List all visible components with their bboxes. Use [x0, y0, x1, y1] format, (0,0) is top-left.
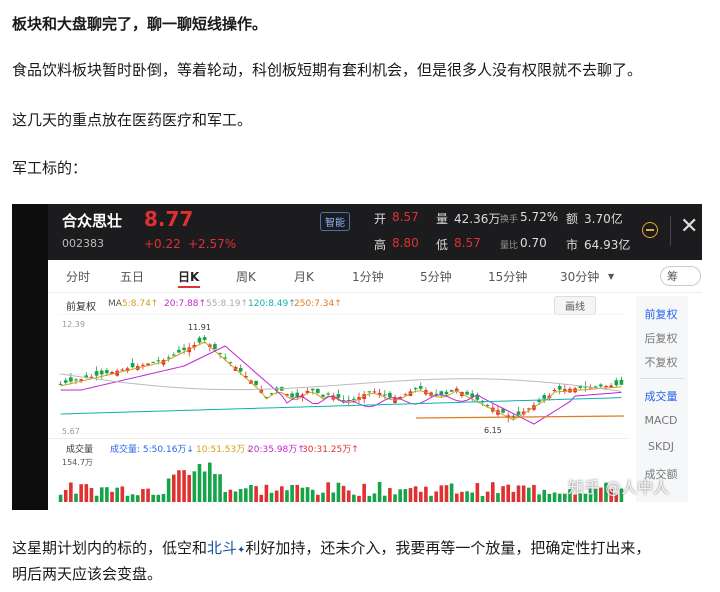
article-heading: 板块和大盘聊完了，聊一聊短线操作。	[12, 15, 268, 33]
active-tab-indicator	[178, 286, 200, 288]
ma5-value: 5:8.74↑	[122, 299, 159, 309]
paragraph-2: 这几天的重点放在医药医疗和军工。	[12, 111, 253, 129]
volume-panel-label[interactable]: 成交量	[66, 442, 93, 455]
open-label: 开	[374, 212, 387, 226]
turnover-value: 5.72%	[520, 210, 559, 224]
close-icon[interactable]: ✕	[680, 214, 698, 239]
ma250-value: 250:7.34↑	[294, 299, 342, 309]
tab-30min[interactable]: 30分钟	[560, 268, 599, 285]
mcap-value: 64.93亿	[584, 238, 631, 252]
tab-15min[interactable]: 15分钟	[488, 268, 527, 285]
volume-chart	[58, 462, 624, 502]
paragraph-4-post: 利好加持，还未介入，我要再等一个放量，把确定性打出来，	[245, 539, 651, 557]
mcap-label: 市	[566, 238, 579, 252]
low-marker: 6.15	[484, 426, 502, 435]
amount-value: 3.70亿	[584, 212, 623, 226]
menu-macd[interactable]: MACD	[638, 414, 684, 427]
beidou-link[interactable]: 北斗	[207, 539, 237, 557]
stock-header: 合众思壮 8.77 002383 +0.22 +2.57% 智能 开 8.57 …	[48, 204, 702, 260]
paragraph-1: 食品饮料板块暂时卧倒，等着轮动，科创板短期有套利机会，但是很多人没有权限就不去聊…	[12, 61, 643, 79]
low-value: 8.57	[454, 236, 481, 250]
draw-line-button[interactable]: 画线	[554, 296, 596, 315]
watermark: 知乎 @人中人	[568, 478, 670, 497]
stock-change: +0.22	[144, 237, 181, 251]
stock-screenshot: 合众思壮 8.77 002383 +0.22 +2.57% 智能 开 8.57 …	[12, 204, 702, 510]
chart-bottom-label: 5.67	[62, 427, 80, 436]
open-value: 8.57	[392, 210, 419, 224]
stock-change-pct: +2.57%	[188, 237, 237, 251]
tab-weekly-k[interactable]: 周K	[236, 268, 256, 285]
smart-badge[interactable]: 智能	[320, 212, 350, 231]
stock-price: 8.77	[144, 207, 194, 231]
adjust-select[interactable]: 前复权	[66, 298, 96, 313]
ma20-value: 20:7.88↑	[164, 299, 207, 309]
turnover-label: 换手	[500, 215, 519, 225]
volume-ma20: 20:35.98万↑	[248, 445, 305, 455]
volume-ma10: 10:51.53万↓	[196, 445, 253, 455]
candlestick-chart	[58, 314, 624, 434]
tab-intraday[interactable]: 分时	[66, 268, 90, 285]
tab-five-day[interactable]: 五日	[120, 268, 144, 285]
menu-forward-adjust[interactable]: 前复权	[638, 306, 684, 322]
ma120-value: 120:8.49↑	[248, 299, 296, 309]
menu-no-adjust[interactable]: 不复权	[638, 354, 684, 370]
tab-1min[interactable]: 1分钟	[352, 268, 384, 285]
ma-label: MA	[108, 299, 122, 309]
volume-ma30: 30:31.25万↑	[302, 445, 359, 455]
chevron-down-icon[interactable]: ▼	[608, 272, 614, 281]
chip-toggle[interactable]: 筹	[660, 266, 701, 286]
tab-daily-k[interactable]: 日K	[178, 268, 199, 285]
ratio-label: 量比	[500, 241, 519, 251]
menu-backward-adjust[interactable]: 后复权	[638, 330, 684, 346]
low-label: 低	[436, 238, 449, 252]
ratio-value: 0.70	[520, 236, 547, 250]
high-label: 高	[374, 238, 387, 252]
volume-label: 量	[436, 212, 449, 226]
stock-name: 合众思壮	[62, 212, 123, 230]
chart-area: 分时 五日 日K 周K 月K 1分钟 5分钟 15分钟 30分钟 ▼ 筹 前复权…	[48, 260, 702, 510]
menu-volume[interactable]: 成交量	[638, 388, 684, 404]
high-value: 8.80	[392, 236, 419, 250]
high-marker: 11.91	[188, 323, 211, 332]
chart-top-label: 12.39	[62, 320, 85, 329]
ma55-value: 55:8.19↑	[206, 299, 249, 309]
paragraph-3: 军工标的：	[12, 159, 88, 177]
tab-5min[interactable]: 5分钟	[420, 268, 452, 285]
paragraph-5: 明后两天应该会变盘。	[12, 565, 163, 583]
stock-code: 002383	[62, 237, 104, 250]
paragraph-4: 这星期计划内的标的，低空和北斗✦利好加持，还未介入，我要再等一个放量，把确定性打…	[12, 538, 650, 561]
volume-value: 42.36万	[454, 212, 501, 226]
volume-ma5: 成交量: 5:50.16万↓	[110, 445, 194, 455]
menu-skdj[interactable]: SKDJ	[638, 440, 684, 453]
paragraph-4-pre: 这星期计划内的标的，低空和	[12, 539, 208, 557]
minus-circle-icon[interactable]	[642, 222, 658, 238]
amount-label: 额	[566, 212, 579, 226]
tab-monthly-k[interactable]: 月K	[294, 268, 314, 285]
